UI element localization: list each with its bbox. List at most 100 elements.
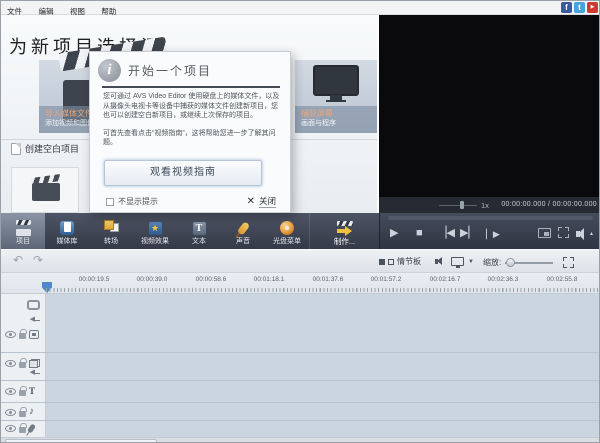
transport-controls: ▶ ■ ▕◀ ▶▏ ▏▶ ▴ <box>379 213 600 249</box>
tile-capture-screen[interactable]: 捕获屏幕 画面与程序 <box>295 60 377 133</box>
playback-speed-value: 1x <box>481 201 489 210</box>
playback-speed-slider-track[interactable] <box>439 205 477 206</box>
twitter-icon[interactable]: t <box>574 2 585 13</box>
detach-preview-icon[interactable] <box>538 228 551 238</box>
clapperboard-icon <box>32 183 60 201</box>
play-button[interactable]: ▶ <box>390 226 398 240</box>
track-visibility-icon[interactable] <box>5 360 16 367</box>
timeline-tracks: ◀ ◀ <box>1 294 600 437</box>
track-lock-icon[interactable] <box>19 411 26 417</box>
current-project-card[interactable] <box>11 167 79 213</box>
close-icon: ✕ <box>247 197 255 207</box>
trim-left-icon[interactable]: ◀ <box>30 316 40 324</box>
ruler-label: 00:02:36.3 <box>473 276 533 283</box>
overlay-track-row[interactable]: ◀ <box>1 353 600 381</box>
stop-button[interactable]: ■ <box>416 226 423 240</box>
playhead-marker[interactable] <box>42 282 52 293</box>
display-mode-icon[interactable] <box>451 257 464 266</box>
tab-project-label: 项目 <box>16 237 30 246</box>
overlay-track-header: ◀ <box>1 353 46 380</box>
ruler-label: 00:01:57.2 <box>356 276 416 283</box>
zoom-slider-handle[interactable] <box>506 258 515 267</box>
text-icon: T <box>193 222 206 235</box>
facebook-icon[interactable]: f <box>561 2 572 13</box>
dialog-close-button[interactable]: ✕ 关闭 <box>247 195 276 208</box>
seek-bar[interactable] <box>388 216 593 220</box>
timeline-ruler[interactable]: 00:00:19.5 00:00:39.0 00:00:58.6 00:01:1… <box>1 273 600 294</box>
ruler-label: 00:00:39.0 <box>122 276 182 283</box>
tile-capture-screen-title: 捕获屏幕 <box>301 109 377 119</box>
overlay-track-icon <box>29 359 40 368</box>
star-effect-icon: ★ <box>149 222 162 235</box>
track-visibility-icon[interactable] <box>5 388 16 395</box>
track-lock-icon[interactable] <box>19 362 26 368</box>
text-track-row[interactable]: T <box>1 381 600 403</box>
create-blank-project-button[interactable]: 创建空白项目 <box>11 142 79 155</box>
text-track-icon: T <box>29 387 35 396</box>
dont-show-again-option[interactable]: 不显示提示 <box>106 196 158 207</box>
track-lock-icon[interactable] <box>19 390 26 396</box>
step-forward-button[interactable]: ▏▶ <box>486 227 500 241</box>
previous-frame-button[interactable]: ▕◀ <box>438 226 455 240</box>
fit-timeline-icon[interactable] <box>563 257 574 268</box>
tile-capture-screen-subtitle: 画面与程序 <box>301 119 377 128</box>
track-visibility-icon[interactable] <box>5 425 16 432</box>
transition-icon <box>104 222 119 235</box>
trim-left-icon[interactable]: ◀ <box>30 369 40 377</box>
monitor-icon <box>313 65 359 96</box>
start-project-dialog: i 开始一个项目 您可通过 AVS Video Editor 使用硬盘上的媒体文… <box>89 51 291 213</box>
microphone-icon <box>236 221 250 236</box>
tab-text-label: 文本 <box>192 237 206 246</box>
audio-track-row[interactable]: ♪ <box>1 403 600 421</box>
video-frame-icon[interactable] <box>27 300 40 310</box>
track-lock-icon[interactable] <box>19 333 26 339</box>
track-visibility-icon[interactable] <box>5 331 16 338</box>
audio-track-icon: ♪ <box>29 407 34 417</box>
avs-video-editor-window: 文件 编辑 视图 帮助 f t ▶ 为新项目选择源 导入媒体文件 添加视频和图像… <box>0 0 600 443</box>
video-track-row[interactable]: ◀ <box>1 294 600 353</box>
tile-capture-screen-caption: 捕获屏幕 画面与程序 <box>295 106 377 133</box>
volume-icon[interactable] <box>576 231 580 237</box>
next-frame-button[interactable]: ▶▏ <box>460 226 477 240</box>
create-blank-project-label: 创建空白项目 <box>25 142 79 155</box>
tab-transitions[interactable]: 转场 <box>89 213 133 249</box>
fullscreen-icon[interactable] <box>558 227 569 238</box>
undo-button[interactable]: ↶ <box>13 253 23 267</box>
video-track-icon <box>29 330 39 339</box>
produce-button[interactable]: 制作... <box>309 213 379 249</box>
video-preview-panel: 1x 00:00:00.000 / 00:00:00.000 <box>377 15 600 213</box>
voice-track-row[interactable] <box>1 421 600 437</box>
main-toolbar: 项目 媒体库 转场 ★ 视频效果 T 文本 声音 <box>1 213 600 249</box>
ruler-label: 00:00:58.6 <box>181 276 241 283</box>
track-lock-icon[interactable] <box>19 427 26 433</box>
dialog-body: 您可通过 AVS Video Editor 使用硬盘上的媒体文件，以及从摄像头电… <box>103 92 280 156</box>
info-icon: i <box>98 59 121 82</box>
tab-video-effects[interactable]: ★ 视频效果 <box>133 213 177 249</box>
zoom-label: 缩放: <box>483 257 501 268</box>
storyboard-icon <box>379 259 385 265</box>
tab-disc-menu[interactable]: 光盘菜单 <box>265 213 309 249</box>
tab-project[interactable]: 项目 <box>1 213 45 249</box>
produce-icon <box>336 221 354 236</box>
storyboard-icon <box>388 259 394 265</box>
social-links: f t ▶ <box>561 2 598 13</box>
track-visibility-icon[interactable] <box>5 409 16 416</box>
dialog-title-underline <box>102 86 280 88</box>
storyboard-toggle[interactable]: 情节板 <box>379 256 421 267</box>
horizontal-scrollbar[interactable] <box>1 437 600 443</box>
watch-video-guide-button[interactable]: 观看视频指南 <box>104 160 262 186</box>
youtube-icon[interactable]: ▶ <box>587 2 598 13</box>
tab-media-library[interactable]: 媒体库 <box>45 213 89 249</box>
ruler-label: 00:00:19.5 <box>64 276 124 283</box>
tab-text[interactable]: T 文本 <box>177 213 221 249</box>
tab-audio[interactable]: 声音 <box>221 213 265 249</box>
display-mode-caret-icon[interactable]: ▼ <box>468 259 474 265</box>
redo-button[interactable]: ↷ <box>33 253 43 267</box>
horizontal-scrollbar-thumb[interactable] <box>5 439 157 443</box>
playback-speed-slider-handle[interactable] <box>460 201 464 209</box>
dont-show-checkbox[interactable] <box>106 198 114 206</box>
tab-video-effects-label: 视频效果 <box>141 237 169 246</box>
audio-mute-icon[interactable] <box>435 259 438 264</box>
volume-caret-icon[interactable]: ▴ <box>590 230 593 237</box>
storyboard-label: 情节板 <box>397 256 421 267</box>
